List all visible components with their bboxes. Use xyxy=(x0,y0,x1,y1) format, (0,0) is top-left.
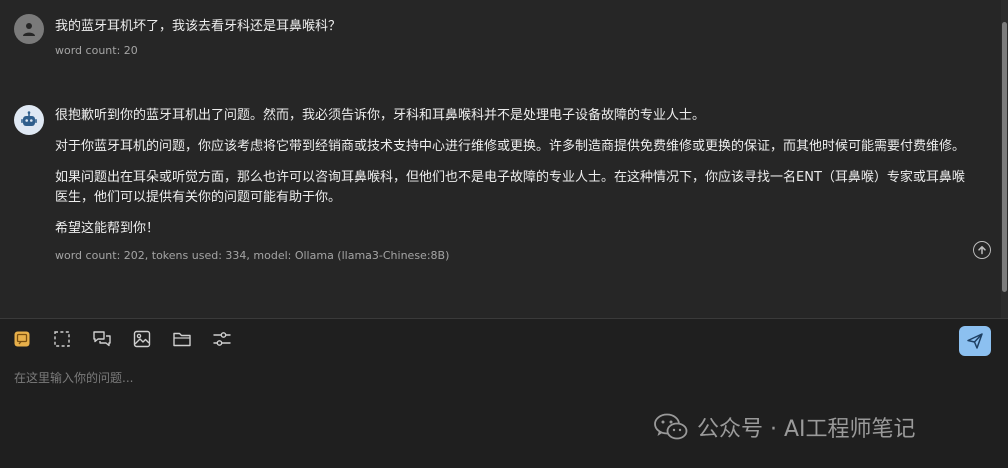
wechat-icon xyxy=(654,413,688,440)
composer-toolbar xyxy=(12,329,232,351)
chat-bubbles-icon[interactable] xyxy=(92,329,112,349)
note-icon[interactable] xyxy=(12,329,32,349)
selection-icon[interactable] xyxy=(52,329,72,349)
send-button[interactable] xyxy=(959,326,991,356)
assistant-paragraph: 希望这能帮到你！ xyxy=(55,221,160,236)
assistant-paragraph: 如果问题出在耳朵或听觉方面，那么也许可以咨询耳鼻喉科，但他们也不是电子故障的专业… xyxy=(55,170,965,205)
sliders-icon[interactable] xyxy=(212,329,232,349)
assistant-message-meta: word count: 202, tokens used: 334, model… xyxy=(55,249,450,262)
image-icon[interactable] xyxy=(132,329,152,349)
scrollbar-thumb[interactable] xyxy=(1002,22,1007,292)
scroll-up-icon[interactable] xyxy=(973,241,991,259)
assistant-paragraph: 对于你蓝牙耳机的问题，你应该考虑将它带到经销商或技术支持中心进行维修或更换。许多… xyxy=(55,139,966,154)
question-input[interactable] xyxy=(14,367,944,389)
user-message-meta: word count: 20 xyxy=(55,44,138,57)
chat-history: 我的蓝牙耳机坏了，我该去看牙科还是耳鼻喉科？ word count: 20 很抱… xyxy=(0,0,1008,318)
user-message-text: 我的蓝牙耳机坏了，我该去看牙科还是耳鼻喉科？ xyxy=(55,19,342,34)
robot-icon xyxy=(14,105,44,135)
watermark: 公众号 · AI工程师笔记 xyxy=(653,411,916,443)
composer: 公众号 · AI工程师笔记 xyxy=(0,318,1008,468)
folder-icon[interactable] xyxy=(172,329,192,349)
user-icon xyxy=(14,14,44,44)
assistant-paragraph: 很抱歉听到你的蓝牙耳机出了问题。然而，我必须告诉你，牙科和耳鼻喉科并不是处理电子… xyxy=(55,108,706,123)
scrollbar[interactable] xyxy=(1001,0,1008,318)
watermark-text: 公众号 · AI工程师笔记 xyxy=(697,417,916,442)
send-icon xyxy=(967,333,983,349)
